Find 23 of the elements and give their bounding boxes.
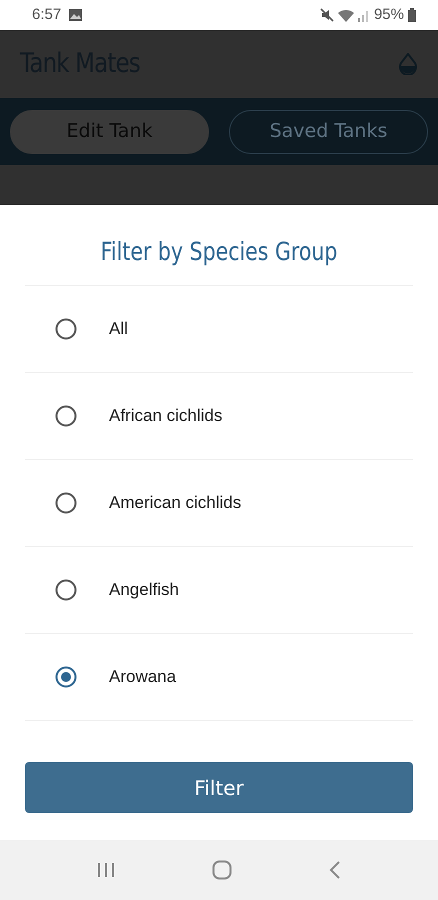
recent-apps-icon[interactable] (96, 862, 115, 878)
option-label: American cichlids (109, 492, 242, 514)
radio-button[interactable] (55, 492, 77, 514)
filter-button[interactable]: Filter (25, 762, 413, 813)
signal-icon (358, 8, 370, 22)
back-icon[interactable] (329, 861, 342, 879)
wifi-icon (338, 8, 354, 22)
option-label: All (109, 318, 128, 340)
battery-icon (408, 8, 416, 22)
home-icon[interactable] (212, 860, 232, 880)
radio-button[interactable] (55, 578, 77, 600)
tab[interactable]: Saved Tanks (229, 110, 428, 154)
battery-percentage: 95% (374, 4, 404, 25)
mute-icon (320, 8, 334, 22)
option-label: Arowana (109, 666, 176, 688)
clock-time: 6:57 (32, 4, 62, 25)
radio-button[interactable] (55, 404, 77, 426)
option-label: Angelfish (109, 578, 179, 601)
option-label: African cichlids (109, 404, 222, 427)
image-icon (69, 9, 82, 21)
radio-button[interactable] (55, 666, 77, 688)
sheet-title: Filter by Species Group (100, 236, 338, 268)
radio-button[interactable] (55, 318, 77, 340)
